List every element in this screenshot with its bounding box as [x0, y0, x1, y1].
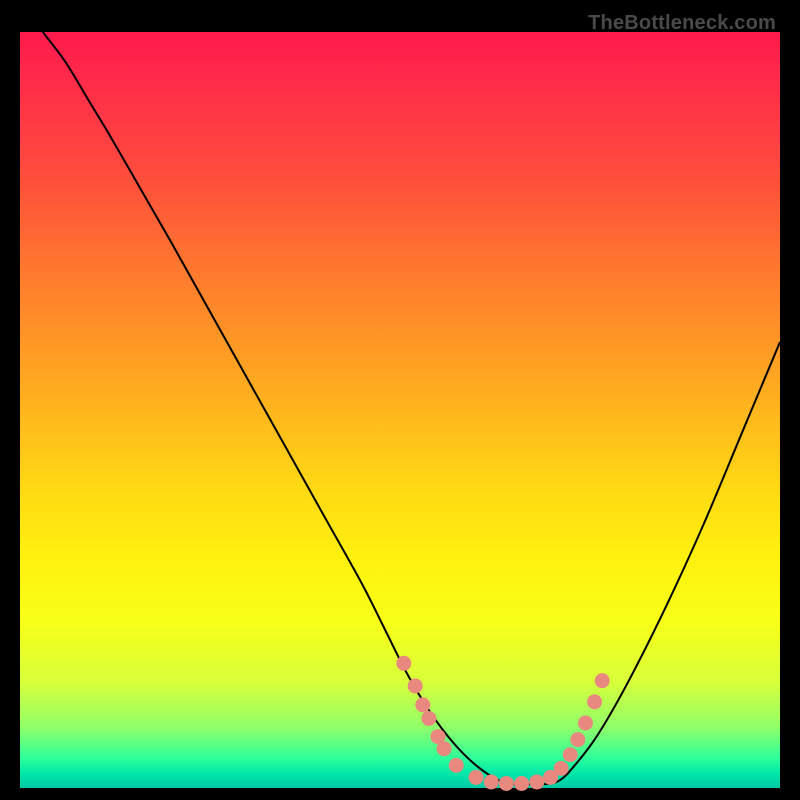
curve-marker: [449, 758, 464, 773]
curve-marker: [437, 741, 452, 756]
bottleneck-curve: [43, 32, 780, 785]
curve-marker: [396, 656, 411, 671]
plot-area: [20, 32, 780, 788]
curve-marker: [570, 732, 585, 747]
curve-marker: [578, 715, 593, 730]
curve-marker: [563, 747, 578, 762]
curve-marker: [514, 776, 529, 791]
curve-marker: [469, 770, 484, 785]
marker-group: [396, 656, 609, 791]
curve-marker: [499, 776, 514, 791]
curve-marker: [408, 678, 423, 693]
curve-marker: [595, 673, 610, 688]
curve-marker: [529, 774, 544, 789]
curve-marker: [421, 711, 436, 726]
curve-marker: [415, 697, 430, 712]
curve-marker: [554, 761, 569, 776]
curve-marker: [484, 774, 499, 789]
curve-marker: [587, 694, 602, 709]
chart-frame: TheBottleneck.com: [10, 10, 790, 790]
curve-layer: [20, 32, 780, 788]
